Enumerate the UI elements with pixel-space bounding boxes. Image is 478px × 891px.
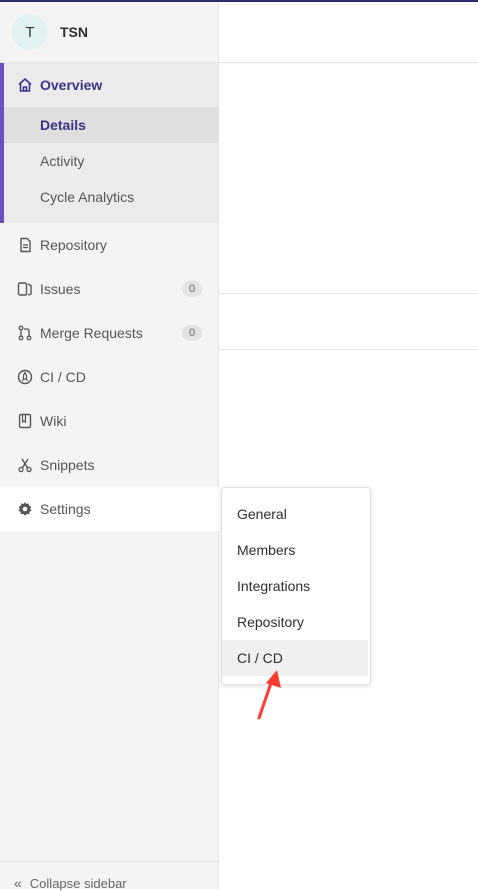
- sidebar-item-label: Issues: [40, 281, 81, 297]
- sidebar-item-label: Wiki: [40, 413, 67, 429]
- sidebar-item-settings[interactable]: Settings: [0, 487, 234, 531]
- project-header[interactable]: T TSN: [0, 2, 218, 63]
- merge-request-icon: [16, 324, 34, 342]
- flyout-item-general[interactable]: General: [222, 496, 370, 532]
- content-divider: [219, 349, 478, 350]
- issues-icon: [16, 280, 34, 298]
- subitem-label: Details: [40, 117, 86, 133]
- book-icon: [16, 412, 34, 430]
- flyout-item-integrations[interactable]: Integrations: [222, 568, 370, 604]
- subitem-activity[interactable]: Activity: [4, 143, 218, 179]
- flyout-item-members[interactable]: Members: [222, 532, 370, 568]
- sidebar-item-snippets[interactable]: Snippets: [0, 443, 218, 487]
- merge-requests-count-badge: 0: [182, 325, 202, 341]
- sidebar-item-label: Settings: [40, 501, 91, 517]
- gear-icon: [16, 500, 34, 518]
- sidebar-item-label: Repository: [40, 237, 107, 253]
- subitem-label: Activity: [40, 153, 85, 169]
- sidebar-item-merge-requests[interactable]: Merge Requests 0: [0, 311, 218, 355]
- home-icon: [16, 76, 34, 94]
- collapse-sidebar-button[interactable]: « Collapse sidebar: [0, 861, 218, 891]
- sidebar-item-ci-cd[interactable]: CI / CD: [0, 355, 218, 399]
- annotation-arrow-icon: [257, 670, 281, 720]
- sidebar-item-repository[interactable]: Repository: [0, 223, 218, 267]
- project-name[interactable]: TSN: [60, 24, 88, 40]
- content-divider: [219, 293, 478, 294]
- double-chevron-left-icon: «: [14, 875, 22, 891]
- document-icon: [16, 236, 34, 254]
- sidebar-item-overview[interactable]: Overview: [4, 63, 218, 107]
- sidebar-item-wiki[interactable]: Wiki: [0, 399, 218, 443]
- flyout-item-ci-cd[interactable]: CI / CD: [222, 640, 368, 676]
- subitem-cycle-analytics[interactable]: Cycle Analytics: [4, 179, 218, 215]
- flyout-item-repository[interactable]: Repository: [222, 604, 370, 640]
- project-avatar[interactable]: T: [12, 14, 48, 50]
- sidebar-item-label: CI / CD: [40, 369, 86, 385]
- sidebar-item-label: Snippets: [40, 457, 95, 473]
- sidebar: T TSN Overview Details Activity Cycle An…: [0, 2, 234, 891]
- content-divider: [219, 62, 478, 63]
- subitem-details[interactable]: Details: [4, 107, 218, 143]
- overview-section: Overview Details Activity Cycle Analytic…: [0, 63, 218, 223]
- subitem-label: Cycle Analytics: [40, 189, 135, 205]
- scissors-icon: [16, 456, 34, 474]
- settings-flyout-menu: General Members Integrations Repository …: [221, 487, 371, 685]
- rocket-icon: [16, 368, 34, 386]
- issues-count-badge: 0: [182, 281, 202, 297]
- sidebar-item-issues[interactable]: Issues 0: [0, 267, 218, 311]
- sidebar-item-label: Merge Requests: [40, 325, 143, 341]
- sidebar-item-label: Overview: [40, 77, 103, 93]
